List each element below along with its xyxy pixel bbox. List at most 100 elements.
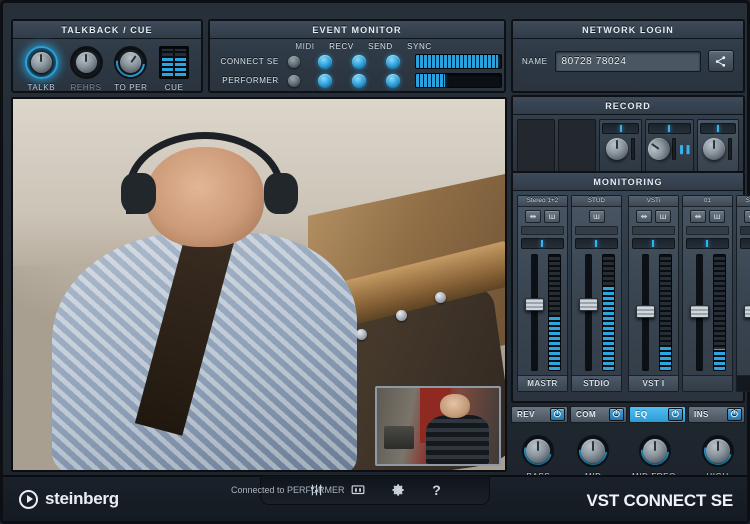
pan-mastr[interactable]	[520, 238, 565, 249]
record-slot-1[interactable]	[517, 119, 556, 172]
strip-slot-stdio[interactable]	[574, 226, 619, 235]
fader-stdio[interactable]	[578, 298, 598, 312]
tuner-peg	[434, 291, 446, 303]
fx-tab-row: REV ⏻ COM ⏻ EQ ⏻ INS ⏻	[511, 406, 745, 425]
record-slot-2[interactable]	[558, 119, 597, 172]
talkback-cue-panel: TALKBACK / CUE TALKB REHRS TO PER CUE	[11, 19, 203, 93]
tab-rev[interactable]: REV ⏻	[511, 406, 568, 423]
to-performer-control[interactable]: TO PER	[110, 42, 152, 92]
event-row-connect-se: CONNECT SE	[216, 54, 502, 69]
send-led-connect-se[interactable]	[352, 54, 367, 69]
share-icon	[716, 55, 726, 67]
rehearse-label: REHRS	[70, 83, 102, 92]
recv-led-performer[interactable]	[318, 73, 333, 88]
rehearse-knob-ring[interactable]	[69, 46, 103, 79]
strip-top-label-stdio: STUD	[572, 196, 621, 207]
product-name: VST CONNECT SE	[586, 491, 734, 510]
sync-led-connect-se[interactable]	[386, 54, 401, 69]
tab-eq-power[interactable]: ⏻	[668, 408, 683, 421]
record-meter-1	[631, 138, 636, 160]
eq-high-knob[interactable]	[705, 439, 730, 463]
meter-01	[713, 254, 726, 371]
tab-rev-label: REV	[517, 410, 535, 419]
mute-icon[interactable]: ɯ	[544, 210, 560, 223]
footer-bar: ? steinberg Connected to PERFORMER VST C…	[3, 475, 747, 521]
rehearse-knob[interactable]	[75, 52, 97, 73]
pan-icon[interactable]: ⇹	[744, 210, 750, 223]
record-knob-1[interactable]	[606, 138, 629, 160]
channel-strip-vsti: VSTi ⇹ ɯ VST I	[628, 195, 679, 392]
record-pan-2[interactable]	[647, 123, 691, 134]
tab-eq-label: EQ	[635, 410, 648, 419]
fader-01[interactable]	[689, 305, 709, 319]
column-header-midi: MIDI	[295, 42, 315, 51]
pan-01[interactable]	[685, 238, 730, 249]
talkback-knob-ring[interactable]	[24, 46, 58, 79]
tab-ins[interactable]: INS ⏻	[688, 406, 745, 423]
steinberg-wordmark: steinberg	[45, 489, 119, 508]
to-performer-label: TO PER	[114, 83, 148, 92]
cue-meter-control[interactable]: CUE	[159, 46, 190, 92]
meter-vsti	[659, 254, 672, 371]
event-monitor-panel: EVENT MONITOR MIDI RECV SEND SYNC CONNEC…	[208, 19, 506, 93]
strip-bottom-label-stdio: STDIO	[572, 375, 621, 391]
channel-strip-stdio: STUD ɯ STDIO	[571, 195, 622, 392]
strip-bottom-label-vsti: VST I	[629, 375, 678, 391]
help-icon[interactable]: ?	[432, 483, 441, 497]
mute-icon[interactable]: ɯ	[588, 210, 605, 223]
strip-top-label-01: 01	[683, 196, 732, 207]
pan-icon[interactable]: ⇹	[690, 210, 706, 223]
pip-amp	[384, 426, 414, 449]
gear-icon[interactable]	[392, 483, 406, 497]
rehearse-button[interactable]: REHRS	[69, 46, 103, 92]
steinberg-logo: steinberg	[19, 489, 119, 509]
tab-ins-power[interactable]: ⏻	[727, 408, 742, 421]
fader-stereo[interactable]	[743, 305, 750, 319]
record-pause-icon[interactable]: ❚❚	[678, 144, 692, 154]
talkback-button[interactable]: TALKB	[24, 46, 58, 92]
event-row-label-performer: PERFORMER	[222, 76, 279, 85]
video-display[interactable]	[11, 97, 507, 472]
channel-strip-01: 01 ⇹ ɯ	[682, 195, 733, 392]
channel-strip-stereo: Stereo 1+2 ⇹ ɯ	[736, 195, 750, 392]
record-knob-3[interactable]	[703, 138, 726, 160]
strip-slot-mastr[interactable]	[520, 226, 565, 235]
midi-led-connect-se[interactable]	[287, 55, 300, 68]
video-pip[interactable]	[375, 386, 501, 466]
recv-led-connect-se[interactable]	[318, 54, 333, 69]
mute-icon[interactable]: ɯ	[655, 210, 671, 223]
chat-icon[interactable]	[350, 483, 366, 497]
tab-com[interactable]: COM ⏻	[570, 406, 627, 423]
steinberg-play-icon	[19, 489, 38, 509]
pan-stereo[interactable]	[739, 238, 750, 249]
pan-vsti[interactable]	[631, 238, 676, 249]
share-button[interactable]	[707, 50, 734, 72]
event-row-label-connect-se: CONNECT SE	[220, 57, 279, 66]
sync-led-performer[interactable]	[386, 73, 401, 88]
pan-icon[interactable]: ⇹	[525, 210, 541, 223]
fader-mastr[interactable]	[524, 298, 544, 312]
strip-slot-stereo[interactable]	[739, 226, 750, 235]
pip-person-head	[440, 394, 470, 419]
midi-led-performer[interactable]	[287, 74, 300, 87]
monitoring-panel: MONITORING Stereo 1+2 ⇹ ɯ MASTR STUD ɯ S…	[511, 171, 750, 403]
talkback-knob[interactable]	[30, 52, 52, 73]
record-pan-3[interactable]	[699, 123, 737, 134]
strip-slot-vsti[interactable]	[631, 226, 676, 235]
tab-eq[interactable]: EQ ⏻	[629, 406, 686, 423]
record-knob-2[interactable]	[643, 133, 675, 165]
mute-icon[interactable]: ɯ	[709, 210, 725, 223]
tab-rev-power[interactable]: ⏻	[550, 408, 565, 421]
pan-stdio[interactable]	[574, 238, 619, 249]
record-pan-1[interactable]	[602, 123, 639, 134]
pan-icon[interactable]: ⇹	[636, 210, 652, 223]
tab-com-power[interactable]: ⏻	[609, 408, 624, 421]
record-strip-2: ❚❚	[643, 119, 694, 172]
to-performer-knob-ring[interactable]	[110, 42, 152, 83]
fader-vsti[interactable]	[635, 305, 655, 319]
column-header-recv: RECV	[329, 42, 354, 51]
record-meter-2	[671, 138, 676, 160]
strip-slot-01[interactable]	[685, 226, 730, 235]
send-led-performer[interactable]	[352, 73, 367, 88]
network-name-input[interactable]	[554, 50, 701, 72]
